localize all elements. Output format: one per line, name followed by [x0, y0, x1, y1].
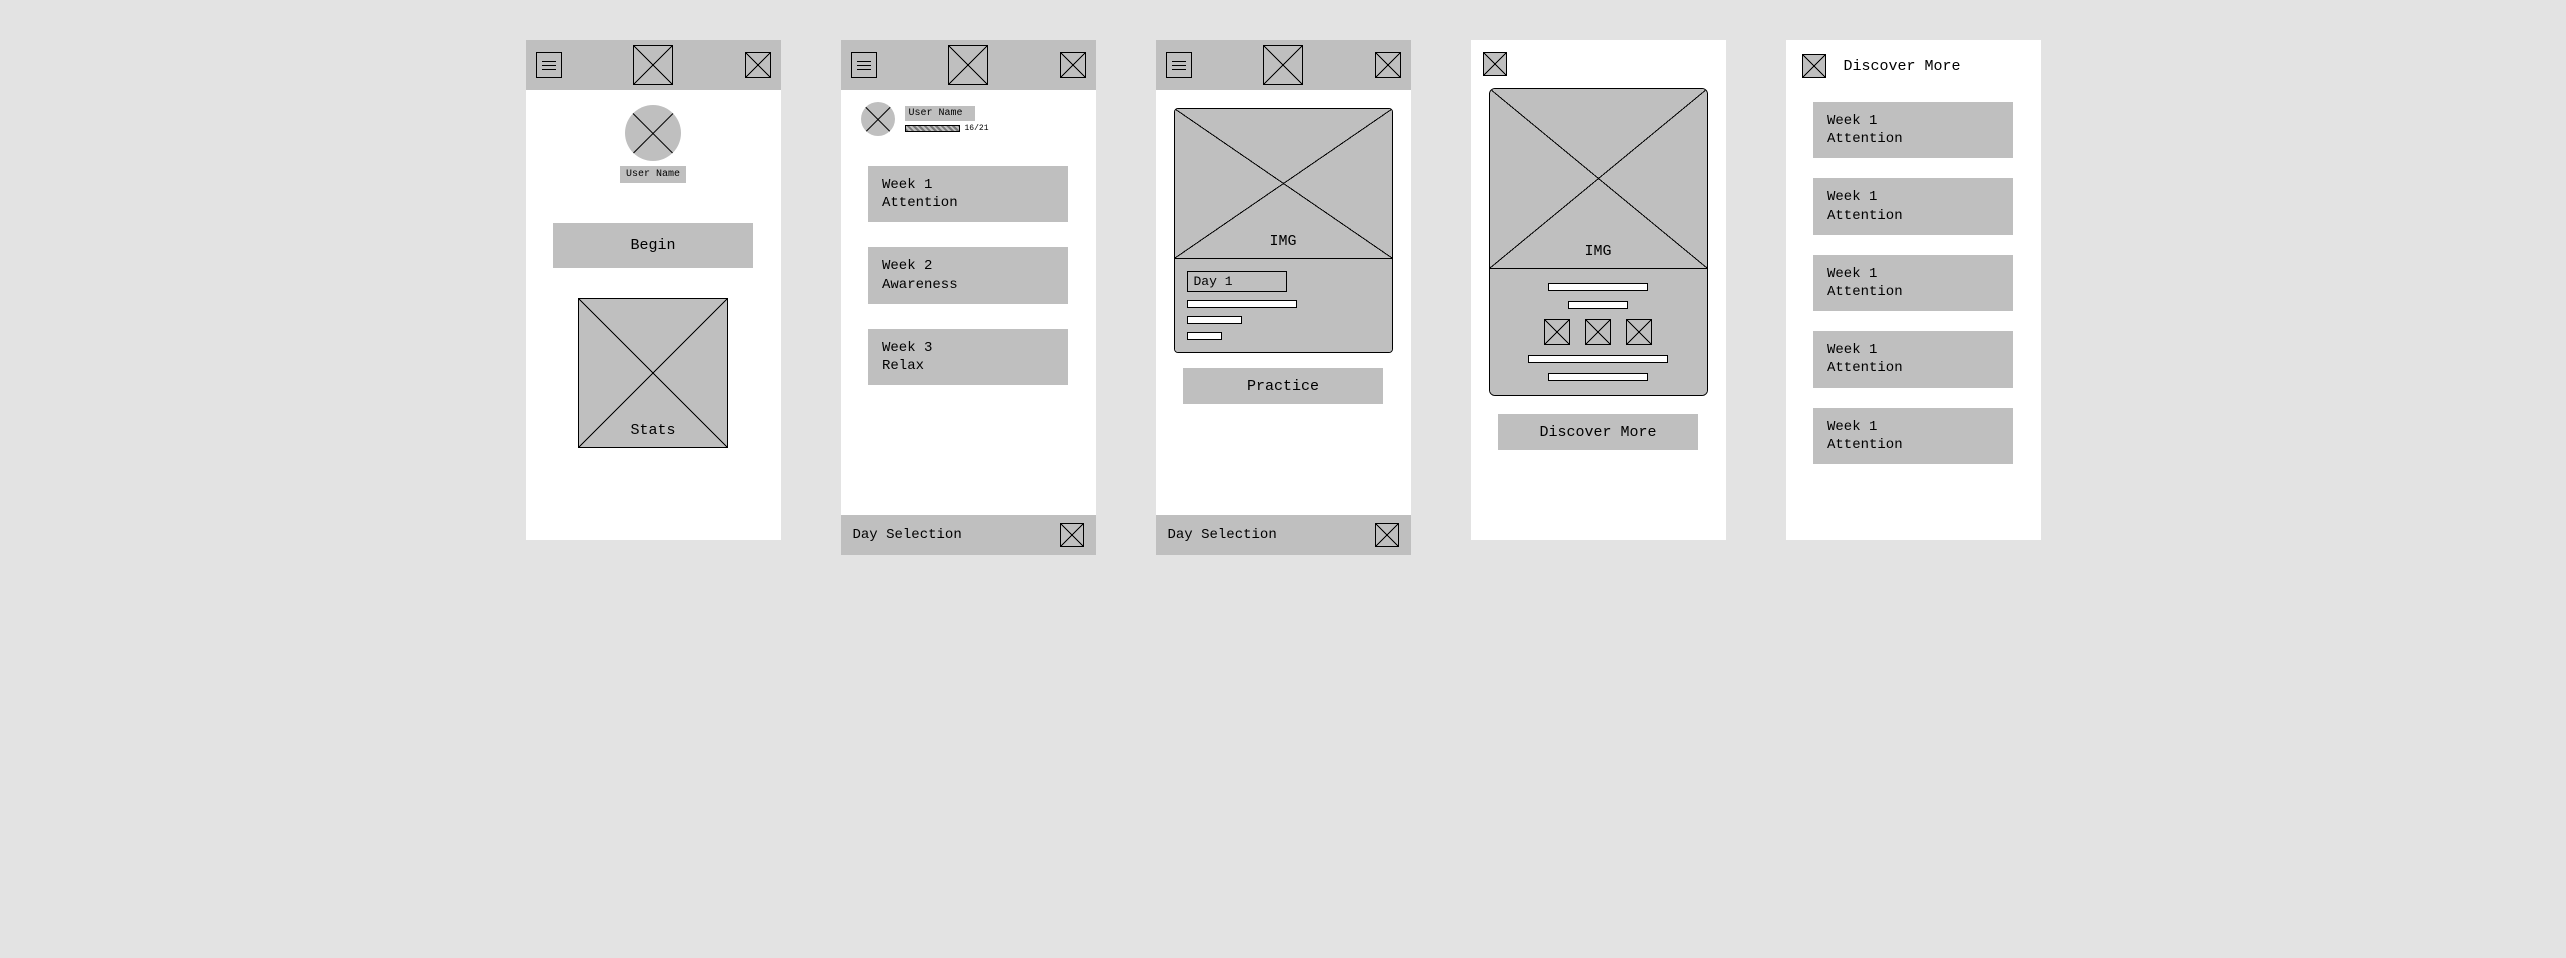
discover-item[interactable]: Week 1 Attention	[1813, 408, 2013, 464]
text-line	[1568, 301, 1628, 309]
top-bar	[1156, 40, 1411, 90]
text-line	[1548, 373, 1648, 381]
avatar[interactable]	[861, 102, 895, 136]
image-label: IMG	[1490, 243, 1707, 260]
menu-icon[interactable]	[1166, 52, 1192, 78]
logo-placeholder	[1263, 45, 1303, 85]
text-line	[1187, 316, 1242, 324]
bottom-bar-label: Day Selection	[1168, 527, 1277, 543]
avatar[interactable]	[625, 105, 681, 161]
user-name-label: User Name	[905, 106, 975, 121]
image-placeholder: IMG	[1175, 109, 1392, 259]
logo-placeholder	[948, 45, 988, 85]
action-icon[interactable]	[745, 52, 771, 78]
top-bar	[526, 40, 781, 90]
begin-button[interactable]: Begin	[553, 223, 753, 268]
stats-label: Stats	[579, 422, 727, 439]
day-card: IMG Day 1	[1174, 108, 1393, 353]
stats-placeholder[interactable]: Stats	[578, 298, 728, 448]
screen-detail: IMG Discover More	[1471, 40, 1726, 540]
progress-count: 16/21	[965, 124, 989, 133]
close-icon[interactable]	[1802, 54, 1826, 78]
bottom-bar: Day Selection	[841, 515, 1096, 555]
week-button[interactable]: Week 1 Attention	[868, 166, 1068, 222]
image-placeholder: IMG	[1490, 89, 1707, 269]
option-icon[interactable]	[1626, 319, 1652, 345]
week-button[interactable]: Week 2 Awareness	[868, 247, 1068, 303]
text-line	[1548, 283, 1648, 291]
text-line	[1187, 300, 1297, 308]
screen-discover: Discover More Week 1 Attention Week 1 At…	[1786, 40, 2041, 540]
discover-item[interactable]: Week 1 Attention	[1813, 331, 2013, 387]
page-title: Discover More	[1844, 58, 1961, 75]
discover-more-button[interactable]: Discover More	[1498, 414, 1698, 450]
logo-placeholder	[633, 45, 673, 85]
text-line	[1187, 332, 1222, 340]
user-name-label: User Name	[620, 166, 686, 183]
top-bar	[841, 40, 1096, 90]
menu-icon[interactable]	[536, 52, 562, 78]
bottom-bar: Day Selection	[1156, 515, 1411, 555]
detail-card: IMG	[1489, 88, 1708, 396]
option-icon[interactable]	[1585, 319, 1611, 345]
menu-icon[interactable]	[851, 52, 877, 78]
image-label: IMG	[1175, 233, 1392, 250]
discover-item[interactable]: Week 1 Attention	[1813, 255, 2013, 311]
bottom-bar-icon[interactable]	[1060, 523, 1084, 547]
discover-item[interactable]: Week 1 Attention	[1813, 102, 2013, 158]
screen-weeks: User Name 16/21 Week 1 Attention Week 2 …	[841, 40, 1096, 555]
text-line	[1528, 355, 1668, 363]
screen-home: User Name Begin Stats	[526, 40, 781, 540]
progress-bar	[905, 125, 960, 132]
practice-button[interactable]: Practice	[1183, 368, 1383, 404]
action-icon[interactable]	[1060, 52, 1086, 78]
option-icon[interactable]	[1544, 319, 1570, 345]
screen-day: IMG Day 1 Practice Day Selection	[1156, 40, 1411, 555]
bottom-bar-label: Day Selection	[853, 527, 962, 543]
week-button[interactable]: Week 3 Relax	[868, 329, 1068, 385]
discover-item[interactable]: Week 1 Attention	[1813, 178, 2013, 234]
close-icon[interactable]	[1483, 52, 1507, 76]
day-field[interactable]: Day 1	[1187, 271, 1287, 292]
profile-row: User Name 16/21	[841, 90, 1096, 148]
action-icon[interactable]	[1375, 52, 1401, 78]
header-row: Discover More	[1786, 40, 2041, 92]
bottom-bar-icon[interactable]	[1375, 523, 1399, 547]
